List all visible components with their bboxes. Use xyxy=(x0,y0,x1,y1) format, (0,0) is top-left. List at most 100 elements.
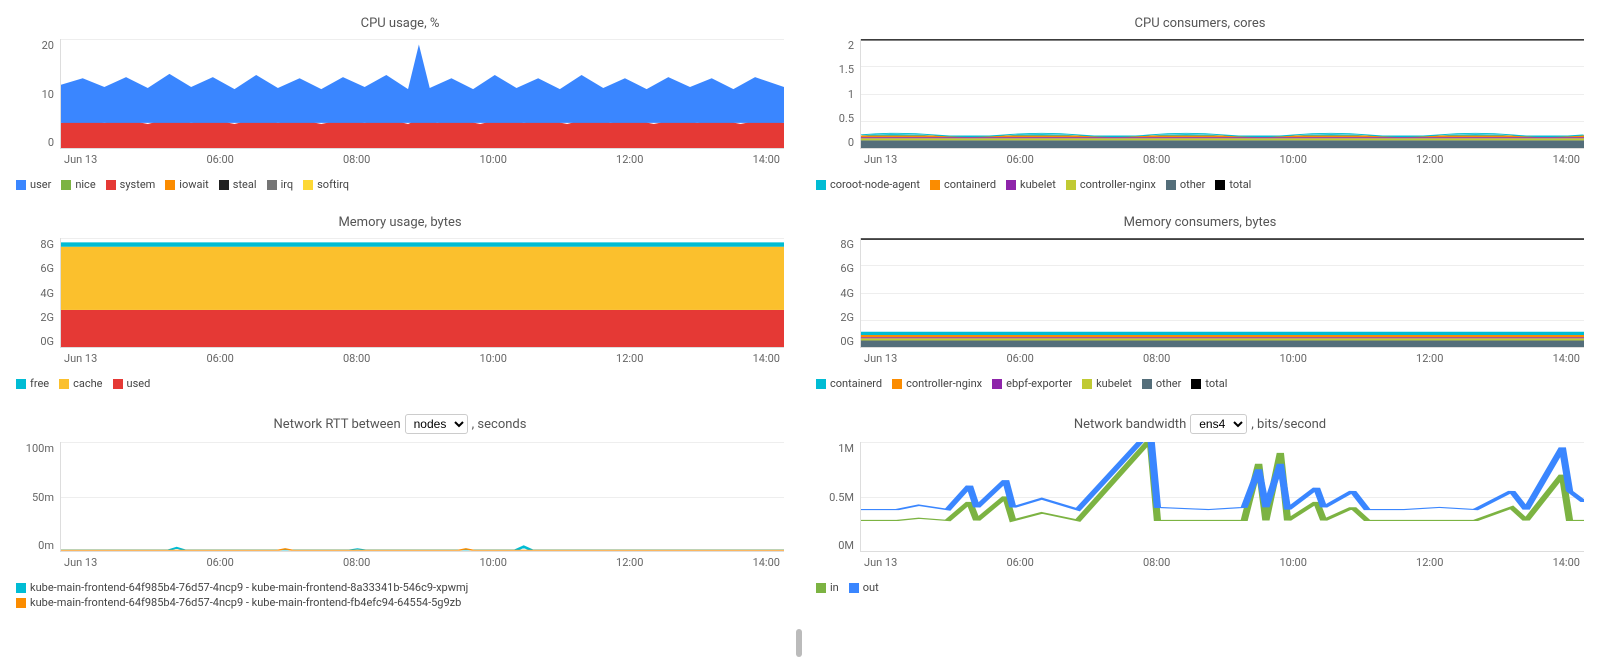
legend-swatch xyxy=(1066,180,1076,190)
y-tick: 1.5 xyxy=(839,63,854,76)
legend-label: ebpf-exporter xyxy=(1006,377,1072,390)
legend-item[interactable]: nice xyxy=(61,178,95,191)
legend-item[interactable]: cache xyxy=(59,377,102,390)
x-axis: Jun 13 06:00 08:00 10:00 12:00 14:00 xyxy=(60,352,784,365)
panel-memory-usage: Memory usage, bytes 8G 6G 4G 2G 0G xyxy=(16,215,784,390)
legend-label: kube-main-frontend-64f985b4-76d57-4ncp9 … xyxy=(30,581,468,594)
y-axis: 2 1.5 1 0.5 0 xyxy=(816,39,860,149)
legend-swatch xyxy=(113,379,123,389)
y-tick: 0m xyxy=(38,539,54,552)
title-suffix: , seconds xyxy=(472,417,527,432)
chart-cpu-usage[interactable]: 20 10 0 xyxy=(16,39,784,149)
legend-label: out xyxy=(863,581,879,594)
legend-label: other xyxy=(1180,178,1206,191)
x-tick: 06:00 xyxy=(206,556,233,569)
legend-item[interactable]: softirq xyxy=(303,178,349,191)
legend-label: user xyxy=(30,178,51,191)
legend-label: irq xyxy=(281,178,294,191)
y-tick: 20 xyxy=(42,39,54,52)
legend-label: containerd xyxy=(830,377,882,390)
legend-swatch xyxy=(816,180,826,190)
legend-label: controller-nginx xyxy=(1080,178,1156,191)
chart-memory-usage[interactable]: 8G 6G 4G 2G 0G xyxy=(16,238,784,348)
y-axis: 1M 0.5M 0M xyxy=(816,442,860,552)
legend-swatch xyxy=(16,583,26,593)
legend-item[interactable]: system xyxy=(106,178,156,191)
legend-swatch xyxy=(892,379,902,389)
legend-label: kube-main-frontend-64f985b4-76d57-4ncp9 … xyxy=(30,596,461,609)
x-tick: 10:00 xyxy=(480,153,507,166)
x-tick: 14:00 xyxy=(753,556,780,569)
legend-item[interactable]: free xyxy=(16,377,49,390)
y-tick: 8G xyxy=(840,238,854,251)
y-tick: 4G xyxy=(840,287,854,300)
legend-item[interactable]: kube-main-frontend-64f985b4-76d57-4ncp9 … xyxy=(16,581,746,594)
legend-item[interactable]: out xyxy=(849,581,879,594)
y-tick: 0.5 xyxy=(839,112,854,125)
chart-network-rtt[interactable]: 100m 50m 0m xyxy=(16,442,784,552)
y-axis: 8G 6G 4G 2G 0G xyxy=(816,238,860,348)
legend-label: softirq xyxy=(317,178,349,191)
legend: in out xyxy=(816,581,1584,594)
chart-memory-consumers[interactable]: 8G 6G 4G 2G 0G xyxy=(816,238,1584,348)
plot-area xyxy=(860,442,1584,552)
legend-item[interactable]: kubelet xyxy=(1082,377,1132,390)
legend-label: other xyxy=(1156,377,1182,390)
x-tick: Jun 13 xyxy=(864,352,897,365)
legend-label: controller-nginx xyxy=(906,377,982,390)
legend-item[interactable]: irq xyxy=(267,178,294,191)
panel-cpu-consumers: CPU consumers, cores 2 1.5 1 0.5 0 xyxy=(816,16,1584,191)
legend-label: system xyxy=(120,178,156,191)
chart-cpu-consumers[interactable]: 2 1.5 1 0.5 0 xyxy=(816,39,1584,149)
plot-area xyxy=(60,238,784,348)
y-tick: 2 xyxy=(848,39,854,52)
legend-item[interactable]: steal xyxy=(219,178,257,191)
x-tick: 12:00 xyxy=(616,153,643,166)
legend-item[interactable]: controller-nginx xyxy=(1066,178,1156,191)
legend-item[interactable]: kube-main-frontend-64f985b4-76d57-4ncp9 … xyxy=(16,596,746,609)
panel-network-bandwidth: Network bandwidth ens4 , bits/second 1M … xyxy=(816,414,1584,609)
chart-network-bandwidth[interactable]: 1M 0.5M 0M xyxy=(816,442,1584,552)
x-tick: Jun 13 xyxy=(64,556,97,569)
legend-item[interactable]: containerd xyxy=(816,377,882,390)
panel-network-rtt: Network RTT between nodes , seconds 100m… xyxy=(16,414,784,609)
legend-label: free xyxy=(30,377,49,390)
legend-swatch xyxy=(16,180,26,190)
legend-item[interactable]: in xyxy=(816,581,839,594)
dashboard-grid: CPU usage, % 20 10 0 xyxy=(16,16,1584,609)
y-tick: 10 xyxy=(42,88,54,101)
legend-item[interactable]: total xyxy=(1215,178,1251,191)
rtt-scope-dropdown[interactable]: nodes xyxy=(405,414,468,434)
legend-swatch xyxy=(267,180,277,190)
legend-scrollbar[interactable] xyxy=(796,629,802,657)
legend-item[interactable]: controller-nginx xyxy=(892,377,982,390)
legend-item[interactable]: other xyxy=(1142,377,1182,390)
y-tick: 6G xyxy=(40,262,54,275)
panel-memory-consumers: Memory consumers, bytes 8G 6G 4G 2G 0G xyxy=(816,215,1584,390)
panel-cpu-usage: CPU usage, % 20 10 0 xyxy=(16,16,784,191)
y-tick: 4G xyxy=(40,287,54,300)
legend-item[interactable]: user xyxy=(16,178,51,191)
legend-item[interactable]: coroot-node-agent xyxy=(816,178,920,191)
legend-item[interactable]: other xyxy=(1166,178,1206,191)
panel-title: Network bandwidth ens4 , bits/second xyxy=(816,414,1584,434)
legend-item[interactable]: kubelet xyxy=(1006,178,1056,191)
x-tick: 12:00 xyxy=(1416,153,1443,166)
legend-swatch xyxy=(219,180,229,190)
panel-title: Memory usage, bytes xyxy=(16,215,784,230)
legend-swatch xyxy=(930,180,940,190)
x-axis: Jun 13 06:00 08:00 10:00 12:00 14:00 xyxy=(60,153,784,166)
title-prefix: Network RTT between xyxy=(274,417,401,432)
legend-label: cache xyxy=(73,377,102,390)
legend-swatch xyxy=(106,180,116,190)
legend-item[interactable]: containerd xyxy=(930,178,996,191)
legend-item[interactable]: used xyxy=(113,377,151,390)
legend-item[interactable]: ebpf-exporter xyxy=(992,377,1072,390)
legend-item[interactable]: iowait xyxy=(165,178,208,191)
legend-swatch xyxy=(849,583,859,593)
x-axis: Jun 13 06:00 08:00 10:00 12:00 14:00 xyxy=(60,556,784,569)
x-tick: 08:00 xyxy=(1143,556,1170,569)
legend-item[interactable]: total xyxy=(1191,377,1227,390)
bandwidth-interface-dropdown[interactable]: ens4 xyxy=(1190,414,1247,434)
panel-title: CPU usage, % xyxy=(16,16,784,31)
